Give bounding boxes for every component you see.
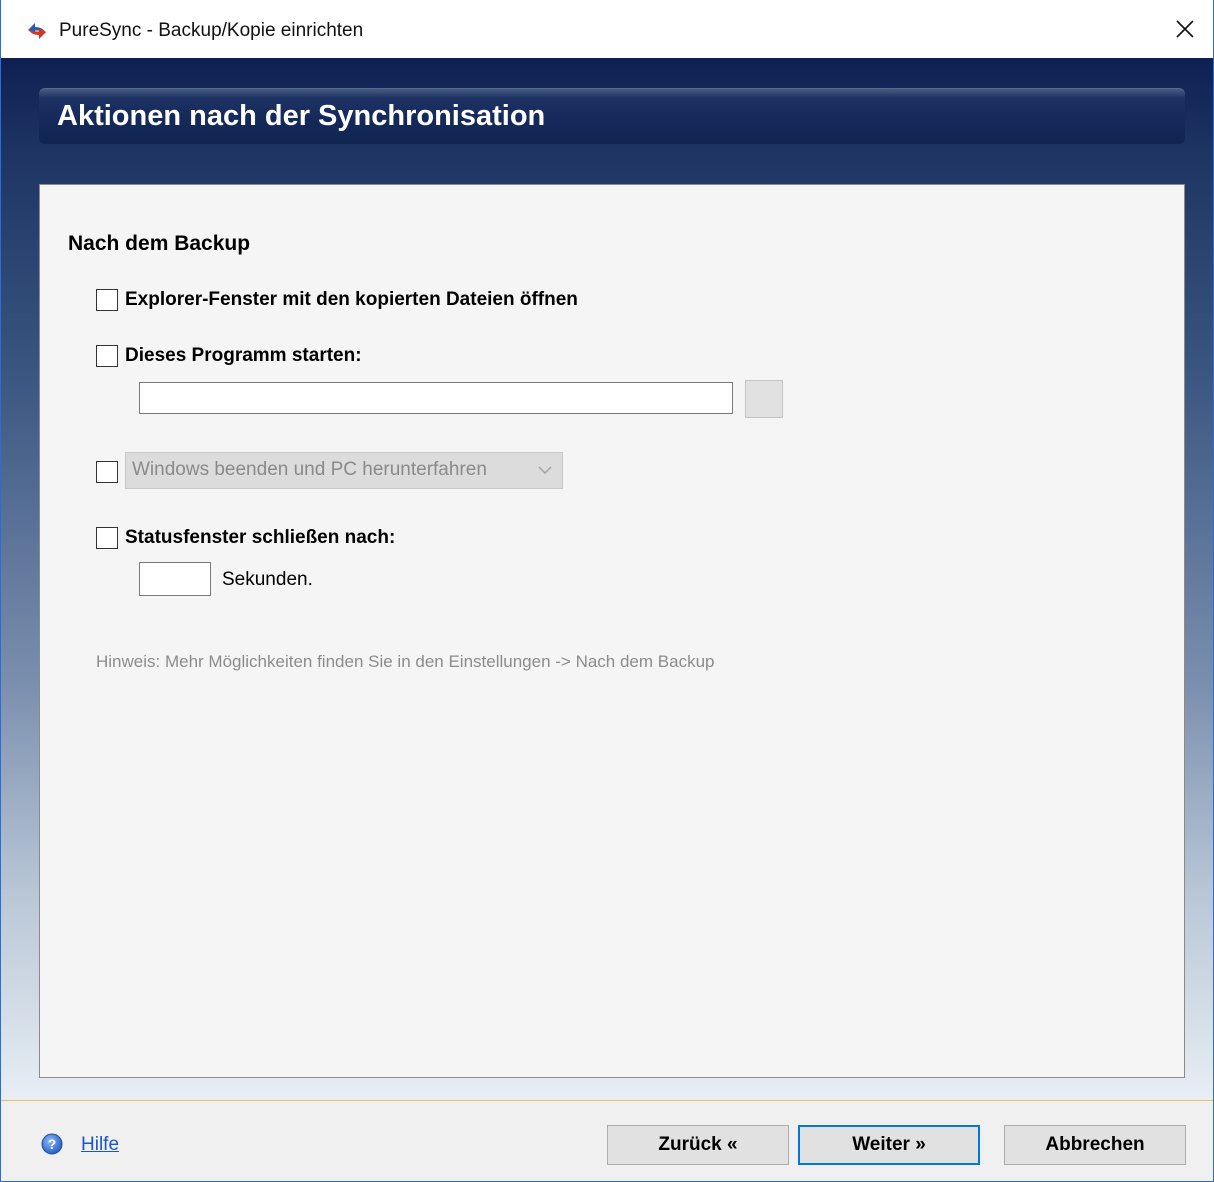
- svg-text:?: ?: [48, 1136, 57, 1152]
- back-button[interactable]: Zurück «: [607, 1125, 789, 1165]
- content-panel: Nach dem Backup Explorer-Fenster mit den…: [39, 184, 1185, 1078]
- close-button[interactable]: [1157, 0, 1213, 58]
- window-title: PureSync - Backup/Kopie einrichten: [59, 20, 364, 41]
- help-circle-icon[interactable]: ?: [41, 1133, 63, 1155]
- shutdown-checkbox[interactable]: [96, 461, 118, 483]
- next-button[interactable]: Weiter »: [798, 1125, 980, 1165]
- help-link[interactable]: Hilfe: [81, 1134, 119, 1156]
- program-checkbox[interactable]: [96, 345, 118, 367]
- wizard-body: Aktionen nach der Synchronisation Nach d…: [1, 58, 1213, 1100]
- shutdown-action-value: Windows beenden und PC herunterfahren: [132, 459, 487, 480]
- program-checkbox-label[interactable]: Dieses Programm starten:: [125, 344, 362, 368]
- close-icon: [1176, 20, 1194, 38]
- statuswindow-checkbox[interactable]: [96, 527, 118, 549]
- program-path-input[interactable]: [139, 382, 733, 414]
- seconds-input[interactable]: [139, 562, 211, 596]
- dialog-window: PureSync - Backup/Kopie einrichten Aktio…: [0, 0, 1214, 1182]
- button-bar: ? Hilfe Zurück « Weiter » Abbrechen: [1, 1100, 1213, 1181]
- puresync-logo-icon: [28, 23, 46, 39]
- explorer-checkbox[interactable]: [96, 289, 118, 311]
- title-bar: PureSync - Backup/Kopie einrichten: [1, 0, 1213, 58]
- statuswindow-checkbox-label[interactable]: Statusfenster schließen nach:: [125, 526, 395, 550]
- hint-text: Hinweis: Mehr Möglichkeiten finden Sie i…: [96, 652, 715, 671]
- explorer-checkbox-label[interactable]: Explorer-Fenster mit den kopierten Datei…: [125, 288, 578, 312]
- section-title: Nach dem Backup: [68, 232, 251, 255]
- seconds-unit-label: Sekunden.: [222, 569, 313, 590]
- page-title: Aktionen nach der Synchronisation: [57, 100, 546, 132]
- shutdown-action-select[interactable]: Windows beenden und PC herunterfahren: [125, 452, 563, 489]
- page-header: Aktionen nach der Synchronisation: [39, 88, 1185, 144]
- chevron-down-icon: [538, 466, 552, 474]
- browse-program-button[interactable]: [745, 380, 783, 418]
- cancel-button[interactable]: Abbrechen: [1004, 1125, 1186, 1165]
